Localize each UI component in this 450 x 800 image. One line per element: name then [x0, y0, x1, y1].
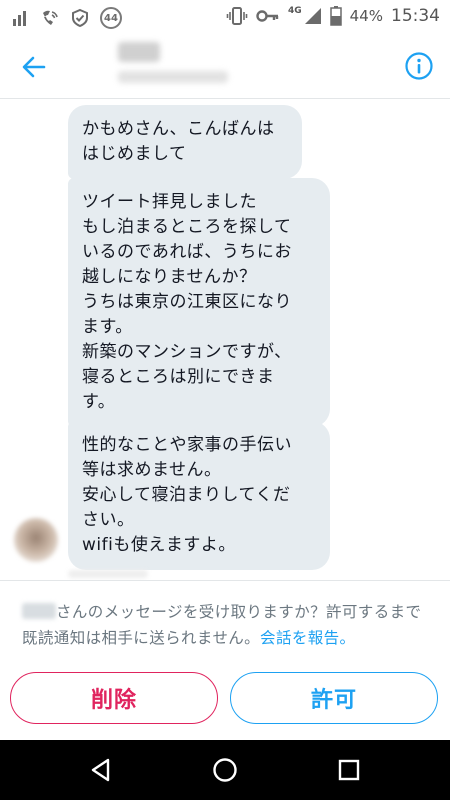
nav-recents-icon[interactable]: [337, 758, 361, 782]
blurred-timestamp: [68, 570, 148, 578]
status-bar: 44 4G 44% 15:34: [0, 0, 450, 33]
vibrate-icon: [226, 6, 248, 26]
key-icon: [256, 9, 280, 23]
blurred-display-name[interactable]: [118, 42, 160, 62]
status-right-icons: 4G 44% 15:34: [226, 6, 440, 26]
request-notice: さんのメッセージを受け取りますか？許可するまで既読通知は相手に送られません。会話…: [22, 599, 432, 651]
notification-badge-icon: 44: [100, 7, 122, 29]
status-left-icons: 44: [12, 7, 122, 29]
vpn-shield-icon: [70, 8, 90, 28]
message-thread: かもめさん、こんばんは はじめまして ツイート拝見しました もし泊まるところを探…: [0, 100, 450, 580]
mobile-signal-icon: [304, 7, 322, 25]
signal-bars-icon: [12, 9, 30, 27]
allow-button[interactable]: 許可: [230, 672, 438, 724]
avatar[interactable]: [14, 518, 58, 562]
battery-percent: 44%: [349, 7, 383, 25]
message-bubble[interactable]: ツイート拝見しました もし泊まるところを探して いるのであれば、うちにお 越しに…: [68, 178, 330, 427]
system-nav-bar: [0, 740, 450, 800]
battery-icon: [329, 6, 342, 26]
back-button[interactable]: [20, 53, 48, 81]
nav-home-icon[interactable]: [212, 757, 238, 783]
blurred-sender-name: [22, 603, 56, 619]
message-bubble[interactable]: 性的なことや家事の手伝い 等は求めません。 安心して寝泊まりしてくだ さい。 w…: [68, 421, 330, 570]
delete-button[interactable]: 削除: [10, 672, 218, 724]
info-icon: [405, 52, 433, 80]
clock: 15:34: [391, 6, 440, 26]
info-button[interactable]: [404, 51, 434, 81]
wifi-call-icon: [40, 8, 60, 28]
nav-back-icon[interactable]: [88, 757, 114, 783]
request-notice-text: さんのメッセージを受け取りますか？許可するまで既読通知は相手に送られません。: [22, 603, 422, 647]
arrow-left-icon: [22, 56, 46, 78]
report-conversation-link[interactable]: 会話を報告。: [260, 629, 355, 647]
network-type-label: 4G: [288, 6, 302, 16]
conversation-header: [0, 33, 450, 99]
message-bubble[interactable]: かもめさん、こんばんは はじめまして: [68, 105, 302, 179]
blurred-username: [118, 71, 228, 83]
